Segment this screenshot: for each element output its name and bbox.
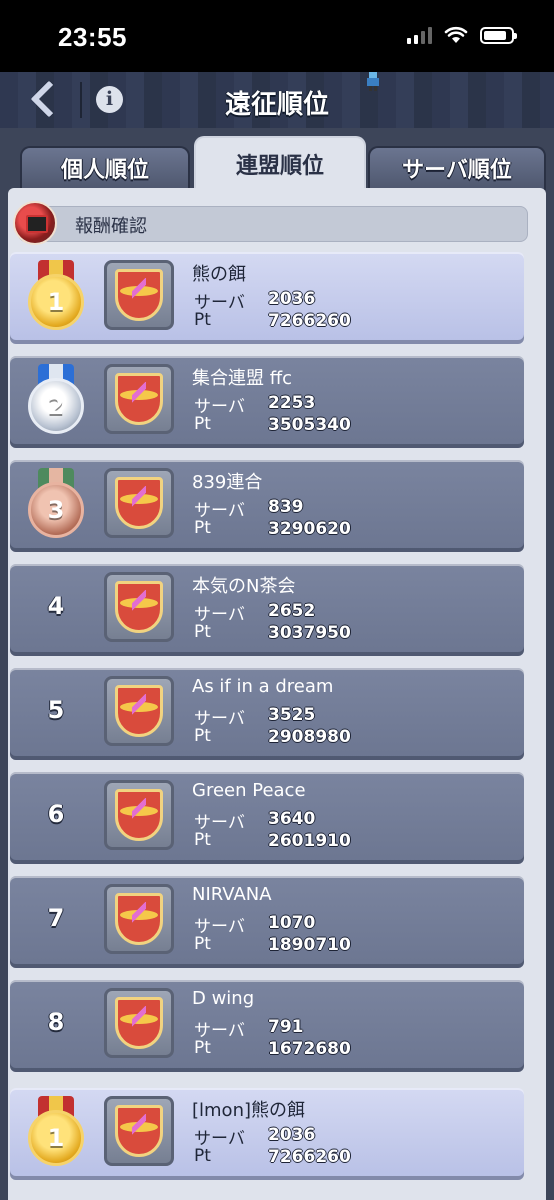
points-label: Pt xyxy=(194,934,211,954)
alliance-emblem-icon xyxy=(104,1096,174,1166)
ranking-row[interactable]: 7 NIRVANA サーバ 1070 Pt 1890710 xyxy=(10,876,524,968)
status-bar: 23:55 xyxy=(0,0,554,72)
points-value: 3037950 xyxy=(268,623,351,643)
character-sprite-icon xyxy=(367,72,379,91)
points-label: Pt xyxy=(194,1146,211,1166)
wifi-icon xyxy=(444,26,468,43)
server-value: 2036 xyxy=(268,1125,316,1145)
ranking-row[interactable]: 5 As if in a dream サーバ 3525 Pt 2908980 xyxy=(10,668,524,760)
points-label: Pt xyxy=(194,726,211,746)
alliance-name: 本気のN茶会 xyxy=(192,576,296,597)
points-label: Pt xyxy=(194,518,211,538)
my-alliance-row[interactable]: 1 [lmon]熊の餌 サーバ 2036 Pt 7266260 xyxy=(10,1088,524,1180)
rank-number: 5 xyxy=(47,696,65,724)
ranking-content: 報酬確認 1 熊の餌 サーバ 2036 Pt 7266260 2 集合連盟 ff… xyxy=(8,188,546,1200)
rank-number: 2 xyxy=(47,392,65,420)
points-label: Pt xyxy=(194,1038,211,1058)
server-value: 839 xyxy=(268,497,304,517)
page-title: 遠征順位 xyxy=(224,90,329,120)
points-label: Pt xyxy=(194,414,211,434)
alliance-emblem-icon xyxy=(104,572,174,642)
points-value: 3290620 xyxy=(268,519,351,539)
points-value: 7266260 xyxy=(268,311,351,331)
alliance-name: NIRVANA xyxy=(192,884,272,905)
silver-medal-icon: 2 xyxy=(24,364,88,440)
server-value: 3525 xyxy=(268,705,316,725)
ranking-row[interactable]: 6 Green Peace サーバ 3640 Pt 2601910 xyxy=(10,772,524,864)
status-icons xyxy=(407,26,517,44)
points-label: Pt xyxy=(194,310,211,330)
ranking-row[interactable]: 2 集合連盟 ffc サーバ 2253 Pt 3505340 xyxy=(10,356,524,448)
server-value: 2253 xyxy=(268,393,316,413)
treasure-chest-icon xyxy=(13,201,57,245)
alliance-emblem-icon xyxy=(104,364,174,434)
points-value: 1672680 xyxy=(268,1039,351,1059)
points-label: Pt xyxy=(194,830,211,850)
alliance-name: 熊の餌 xyxy=(192,264,246,285)
alliance-emblem-icon xyxy=(104,884,174,954)
gold-medal-icon: 1 xyxy=(24,260,88,336)
rank-number: 1 xyxy=(47,1124,65,1152)
alliance-name: As if in a dream xyxy=(192,676,334,697)
points-value: 1890710 xyxy=(268,935,351,955)
alliance-name: Green Peace xyxy=(192,780,306,801)
rank-number: 7 xyxy=(47,904,65,932)
alliance-emblem-icon xyxy=(104,468,174,538)
rank-number: 4 xyxy=(47,592,65,620)
rank-number: 8 xyxy=(47,1008,65,1036)
tab-individual-ranking[interactable]: 個人順位 xyxy=(20,146,190,190)
server-value: 1070 xyxy=(268,913,316,933)
points-value: 2908980 xyxy=(268,727,351,747)
rank-number: 1 xyxy=(47,288,65,316)
alliance-emblem-icon xyxy=(104,780,174,850)
alliance-emblem-icon xyxy=(104,988,174,1058)
alliance-name: [lmon]熊の餌 xyxy=(192,1100,306,1121)
ranking-row[interactable]: 4 本気のN茶会 サーバ 2652 Pt 3037950 xyxy=(10,564,524,656)
tab-alliance-ranking[interactable]: 連盟順位 xyxy=(194,136,366,192)
alliance-name: 839連合 xyxy=(192,472,263,493)
points-value: 3505340 xyxy=(268,415,351,435)
rank-number: 6 xyxy=(47,800,65,828)
points-value: 2601910 xyxy=(268,831,351,851)
status-time: 23:55 xyxy=(58,22,127,52)
alliance-name: 集合連盟 ffc xyxy=(192,368,293,389)
server-value: 3640 xyxy=(268,809,316,829)
gold-medal-icon: 1 xyxy=(24,1096,88,1172)
reward-check-label: 報酬確認 xyxy=(75,216,147,237)
ranking-row[interactable]: 8 D wing サーバ 791 Pt 1672680 xyxy=(10,980,524,1072)
server-value: 2036 xyxy=(268,289,316,309)
tab-server-ranking[interactable]: サーバ順位 xyxy=(368,146,546,190)
ranking-panel: 個人順位 連盟順位 サーバ順位 報酬確認 1 熊の餌 サーバ 2036 Pt 7… xyxy=(0,128,554,1200)
reward-check-button[interactable]: 報酬確認 xyxy=(13,201,528,245)
points-value: 7266260 xyxy=(268,1147,351,1167)
ranking-row[interactable]: 3 839連合 サーバ 839 Pt 3290620 xyxy=(10,460,524,552)
server-value: 2652 xyxy=(268,601,316,621)
battery-icon xyxy=(480,26,517,44)
server-value: 791 xyxy=(268,1017,304,1037)
app-header: i 遠征順位 xyxy=(0,72,554,130)
alliance-name: D wing xyxy=(192,988,255,1009)
points-label: Pt xyxy=(194,622,211,642)
alliance-emblem-icon xyxy=(104,676,174,746)
cellular-signal-icon xyxy=(407,26,432,44)
rank-number: 3 xyxy=(47,496,65,524)
bronze-medal-icon: 3 xyxy=(24,468,88,544)
alliance-emblem-icon xyxy=(104,260,174,330)
ranking-row[interactable]: 1 熊の餌 サーバ 2036 Pt 7266260 xyxy=(10,252,524,344)
